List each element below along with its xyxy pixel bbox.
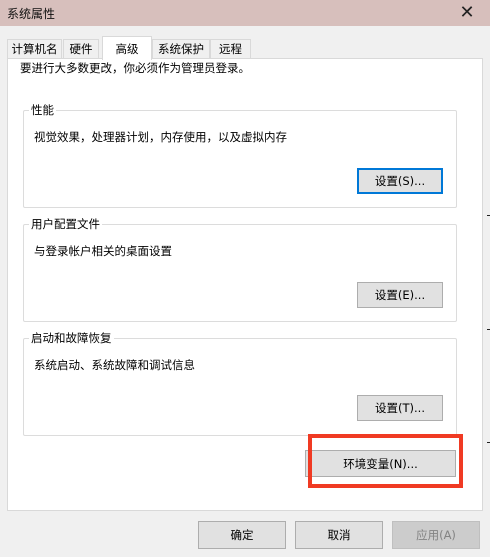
tab-hardware[interactable]: 硬件 [63, 39, 99, 58]
group-description: 视觉效果，处理器计划，内存使用，以及虚拟内存 [34, 130, 287, 144]
close-icon: ✕ [459, 2, 475, 23]
group-title: 性能 [29, 102, 56, 118]
tab-advanced[interactable]: 高级 [102, 36, 152, 60]
cancel-button[interactable]: 取消 [295, 521, 383, 549]
environment-variables-button[interactable]: 环境变量(N)... [305, 450, 456, 477]
tab-remote[interactable]: 远程 [210, 39, 251, 58]
tab-computer-name[interactable]: 计算机名 [7, 39, 62, 58]
window-title: 系统属性 [7, 7, 56, 21]
group-startup-recovery: 启动和故障恢复 系统启动、系统故障和调试信息 [23, 330, 457, 436]
startup-recovery-settings-button[interactable]: 设置(T)... [357, 395, 443, 421]
title-bar: 系统属性 ✕ [0, 0, 490, 26]
user-profiles-settings-button[interactable]: 设置(E)... [357, 282, 443, 308]
ok-button[interactable]: 确定 [198, 521, 286, 549]
group-description: 与登录帐户相关的桌面设置 [34, 244, 172, 258]
tab-system-protection[interactable]: 系统保护 [152, 39, 210, 58]
group-title: 启动和故障恢复 [29, 330, 114, 346]
performance-settings-button[interactable]: 设置(S)... [357, 168, 443, 194]
group-title: 用户配置文件 [29, 216, 102, 232]
close-button[interactable]: ✕ [444, 0, 490, 26]
group-description: 系统启动、系统故障和调试信息 [34, 358, 195, 372]
apply-button[interactable]: 应用(A) [392, 521, 480, 549]
admin-note: 要进行大多数更改，你必须作为管理员登录。 [20, 61, 250, 75]
